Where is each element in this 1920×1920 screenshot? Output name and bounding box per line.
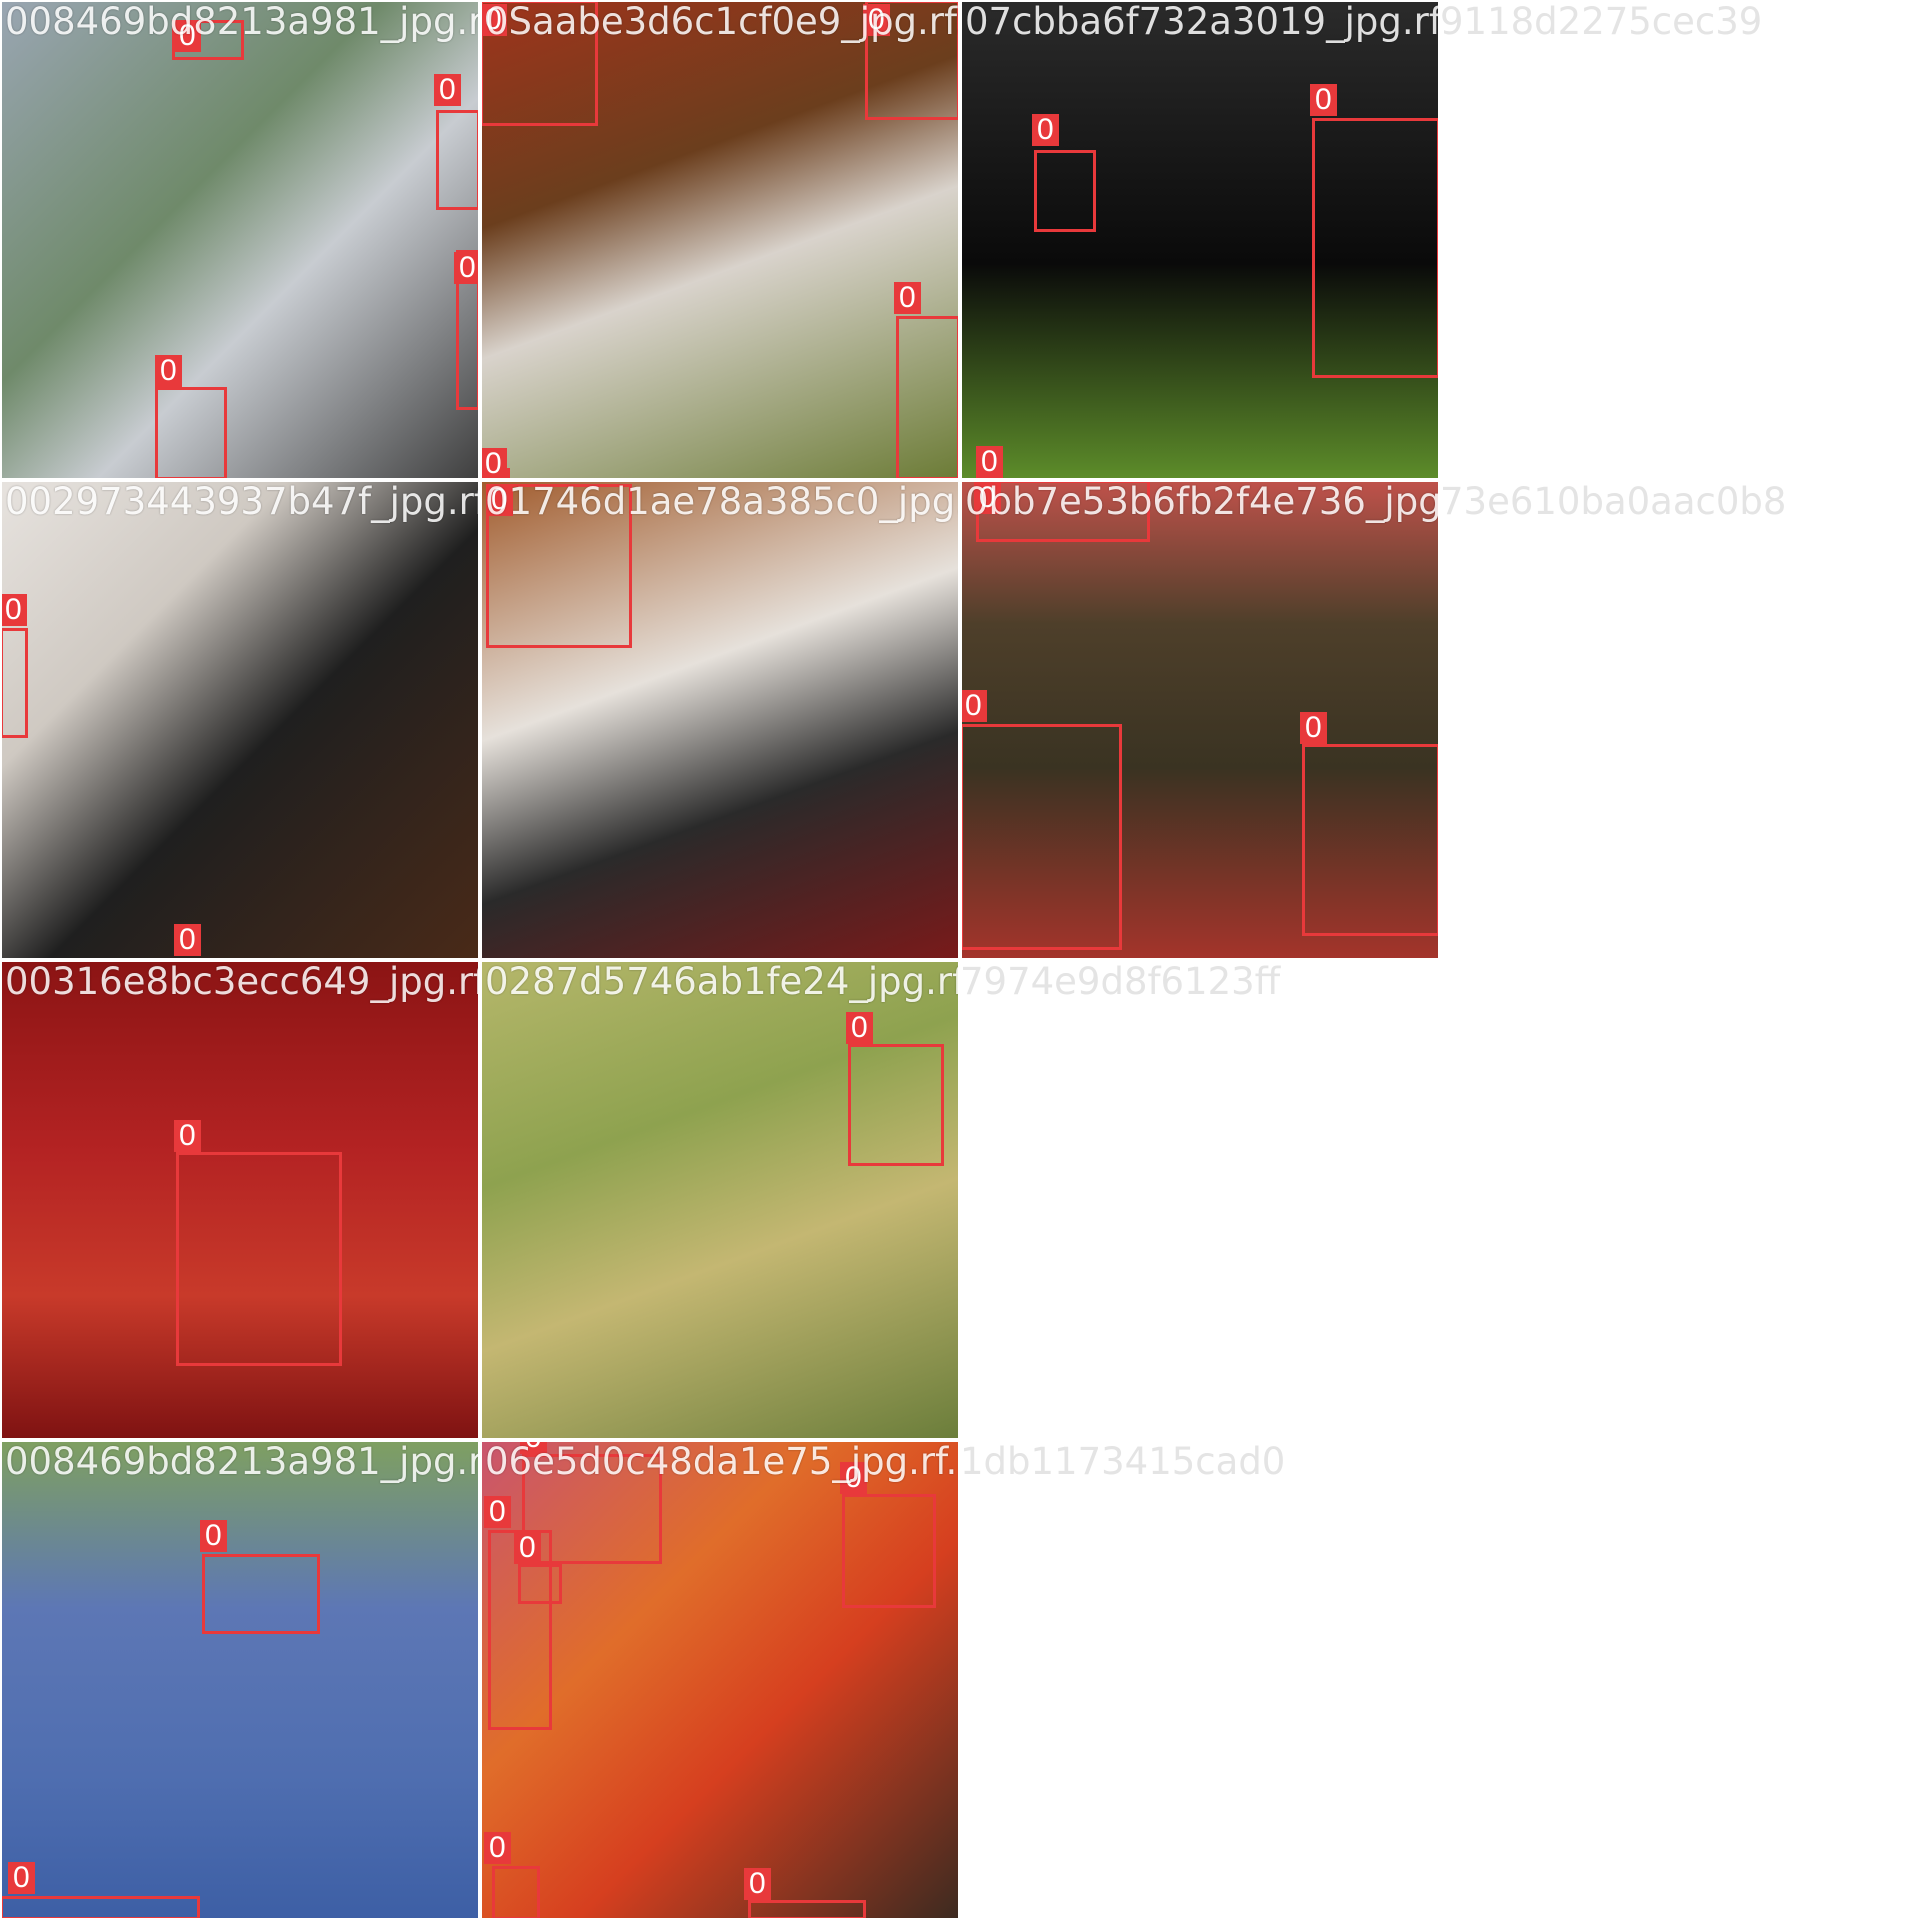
bounding-box (748, 1900, 866, 1920)
class-label: 0 (1032, 114, 1059, 146)
bounding-box (842, 1494, 936, 1608)
mosaic-tile: 0 0 0 07cbba6f732a3019_jpg.rf.1f (960, 0, 1440, 480)
class-label: 0 (744, 1868, 771, 1900)
mosaic-tile: 0 0 0 0 0 0 06e5d0c48da1e75_jpg.rf.55 (480, 1440, 960, 1920)
filename-overflow: 9118d2275cec39 (1440, 0, 1763, 43)
class-label: 0 (434, 74, 461, 106)
class-label: 0 (484, 1832, 511, 1864)
bounding-box (492, 1866, 540, 1920)
tile-filename: 00316e8bc3ecc649_jpg.rf.62 (5, 960, 480, 1003)
class-label: 0 (454, 252, 480, 284)
bounding-box (1302, 744, 1440, 936)
mosaic-tile: 0 01746d1ae78a385c0_jpg.rf.9 (480, 480, 960, 960)
tile-filename: 06e5d0c48da1e75_jpg.rf.55 (485, 1440, 960, 1483)
filename-overflow: 7974e9d8f6123ff (960, 960, 1281, 1003)
tile-filename: 002973443937b47f_jpg.rf.72 (5, 480, 480, 523)
class-label: 0 (484, 1496, 511, 1528)
tile-image (0, 0, 480, 480)
class-label: 0 (514, 1532, 541, 1564)
bounding-box (960, 724, 1122, 950)
mosaic-grid: 0 0 0 0 008469bd8213a981_jpg.rf.fe 0 0 0… (0, 0, 1920, 1920)
tile-filename: 01746d1ae78a385c0_jpg.rf.9 (485, 480, 960, 523)
class-label: 0 (976, 446, 1003, 478)
tile-filename: 0Saabe3d6c1cf0e9_jpg.rf.40876 (485, 0, 960, 43)
mosaic-tile: 0 0287d5746ab1fe24_jpg.rf.d (480, 960, 960, 1440)
tile-image (0, 1440, 480, 1920)
tile-filename: 008469bd8213a981_jpg.rf.a4 (5, 1440, 480, 1483)
class-label: 0 (1310, 84, 1337, 116)
tile-image (0, 480, 480, 960)
class-label: 0 (0, 594, 27, 626)
filename-overflow: 1db1173415cad0 (960, 1440, 1286, 1483)
tile-filename: 0287d5746ab1fe24_jpg.rf.d (485, 960, 960, 1003)
class-label: 0 (960, 690, 987, 722)
class-label: 0 (846, 1012, 873, 1044)
class-label: 0 (174, 924, 201, 956)
bounding-box (0, 1896, 200, 1920)
filename-overflow: 73e610ba0aac0b8 (1440, 480, 1787, 523)
class-label: 0 (480, 448, 507, 480)
class-label: 0 (1300, 712, 1327, 744)
class-label: 0 (8, 1862, 35, 1894)
mosaic-tile: 0 0 0 0bb7e53b6fb2f4e736_jpg.rf.2 (960, 480, 1440, 960)
mosaic-tile: 0 0 002973443937b47f_jpg.rf.72 (0, 480, 480, 960)
class-label: 0 (174, 1120, 201, 1152)
bounding-box (176, 1152, 342, 1366)
bounding-box (1034, 150, 1096, 232)
bounding-box (0, 628, 28, 738)
mosaic-tile: 0 0 008469bd8213a981_jpg.rf.a4 (0, 1440, 480, 1920)
tile-image (480, 960, 960, 1440)
bounding-box (518, 1564, 562, 1604)
bounding-box (155, 387, 227, 480)
mosaic-tile: 0 0 0 0 0Saabe3d6c1cf0e9_jpg.rf.40876 (480, 0, 960, 480)
bounding-box (202, 1554, 320, 1634)
tile-filename: 008469bd8213a981_jpg.rf.fe (5, 0, 480, 43)
class-label: 0 (894, 282, 921, 314)
mosaic-tile: 0 0 0 0 008469bd8213a981_jpg.rf.fe (0, 0, 480, 480)
bounding-box (436, 110, 480, 210)
bounding-box (848, 1044, 944, 1166)
bounding-box (896, 316, 960, 480)
mosaic-tile: 0 00316e8bc3ecc649_jpg.rf.62 (0, 960, 480, 1440)
tile-filename: 0bb7e53b6fb2f4e736_jpg.rf.2 (965, 480, 1440, 523)
tile-filename: 07cbba6f732a3019_jpg.rf.1f (965, 0, 1440, 43)
class-label: 0 (155, 355, 182, 387)
bounding-box (1312, 118, 1440, 378)
class-label: 0 (200, 1520, 227, 1552)
